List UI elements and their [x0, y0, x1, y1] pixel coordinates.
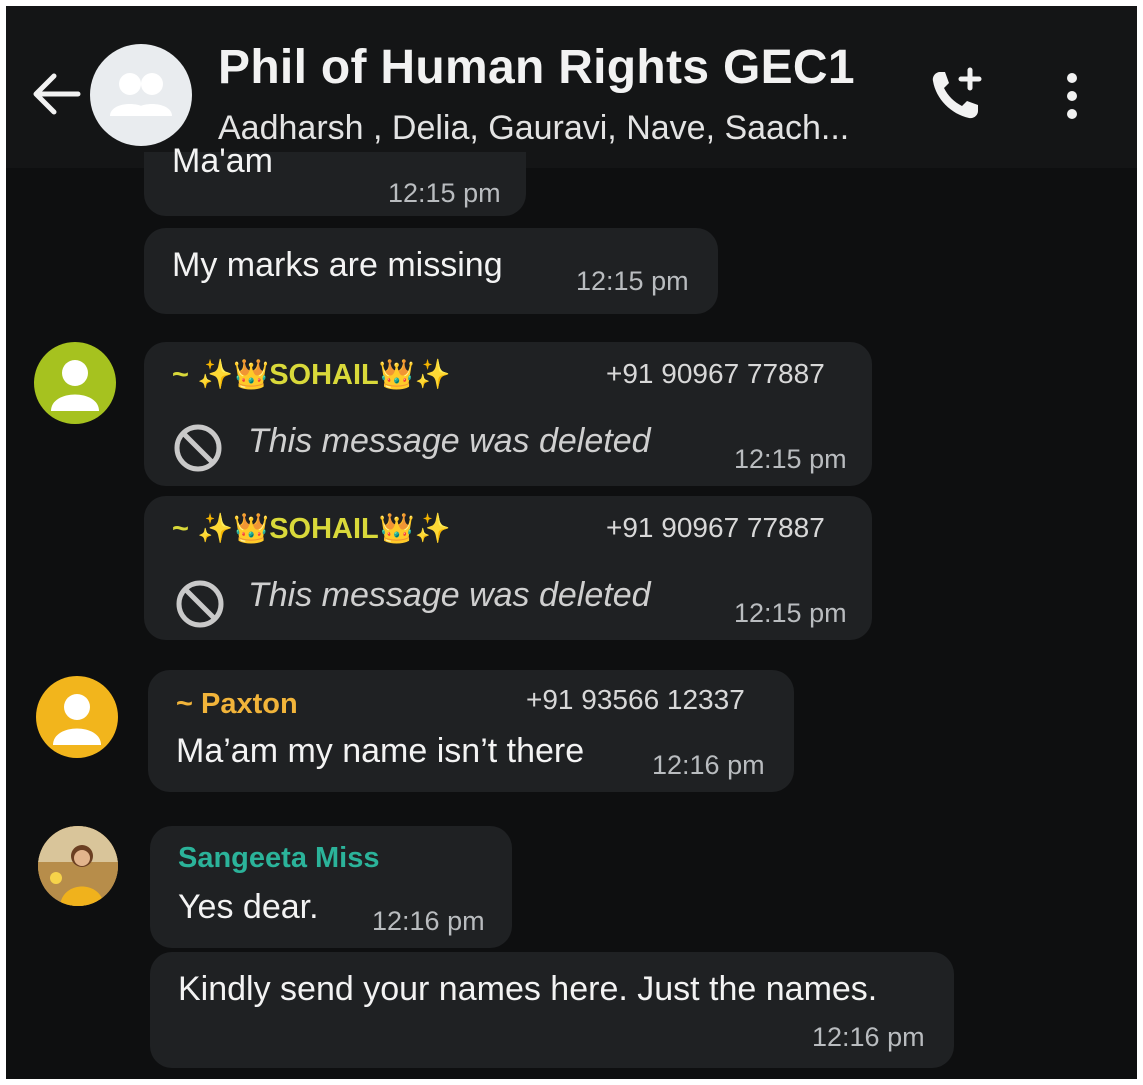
message-time: 12:15 pm — [576, 266, 689, 296]
sender-name[interactable]: ~ ✨👑SOHAIL👑✨ — [172, 512, 451, 546]
person-icon — [51, 360, 99, 411]
add-call-button[interactable] — [924, 64, 988, 128]
sender-name[interactable]: Sangeeta Miss — [178, 842, 379, 875]
sender-name[interactable]: ~ ✨👑SOHAIL👑✨ — [172, 358, 451, 392]
message-time: 12:16 pm — [652, 750, 765, 780]
more-vert-icon — [1067, 73, 1077, 119]
message-text: My marks are missing — [172, 246, 503, 284]
chat-members[interactable]: Aadharsh , Delia, Gauravi, Nave, Saach..… — [218, 109, 849, 148]
message-bubble[interactable]: My marks are missing 12:15 pm — [144, 228, 718, 314]
sender-avatar[interactable] — [34, 342, 116, 424]
message-text: Yes dear. — [178, 888, 319, 926]
message-bubble[interactable]: ~ ✨👑SOHAIL👑✨ +91 90967 77887 This messag… — [144, 342, 872, 486]
message-bubble[interactable]: ~ ✨👑SOHAIL👑✨ +91 90967 77887 This messag… — [144, 496, 872, 640]
deleted-message-text: This message was deleted — [248, 576, 651, 614]
add-call-icon — [932, 67, 982, 119]
message-bubble[interactable]: ~ Paxton +91 93566 12337 Ma’am my name i… — [148, 670, 794, 792]
more-options-button[interactable] — [1052, 64, 1092, 128]
chat-screen: Phil of Human Rights GEC1 Aadharsh , Del… — [6, 6, 1137, 1079]
sender-avatar-photo[interactable] — [38, 826, 118, 906]
message-time: 12:16 pm — [812, 1022, 925, 1052]
group-avatar-icon — [110, 73, 172, 116]
message-text: Ma’am my name isn’t there — [176, 732, 585, 770]
sender-phone: +91 93566 12337 — [526, 684, 745, 715]
message-time: 12:16 pm — [372, 906, 485, 936]
message-text: Ma'am — [172, 142, 273, 180]
chat-title[interactable]: Phil of Human Rights GEC1 — [218, 40, 855, 95]
back-button[interactable] — [28, 66, 84, 122]
sender-phone: +91 90967 77887 — [606, 358, 825, 389]
message-time: 12:15 pm — [734, 598, 847, 628]
deleted-icon — [176, 580, 224, 628]
message-bubble[interactable]: Kindly send your names here. Just the na… — [150, 952, 954, 1068]
message-time: 12:15 pm — [734, 444, 847, 474]
message-text: Kindly send your names here. Just the na… — [178, 970, 878, 1008]
sender-name[interactable]: ~ Paxton — [176, 688, 298, 721]
profile-photo-icon — [38, 826, 118, 906]
deleted-message-text: This message was deleted — [248, 422, 651, 460]
message-bubble[interactable]: Sangeeta Miss Yes dear. 12:16 pm — [150, 826, 512, 948]
back-arrow-icon — [33, 73, 81, 115]
deleted-icon — [174, 424, 222, 472]
person-icon — [53, 694, 101, 745]
message-time: 12:15 pm — [388, 178, 501, 208]
message-bubble[interactable]: Ma'am 12:15 pm — [144, 142, 526, 216]
sender-avatar[interactable] — [36, 676, 118, 758]
group-avatar[interactable] — [90, 44, 192, 146]
sender-phone: +91 90967 77887 — [606, 512, 825, 543]
